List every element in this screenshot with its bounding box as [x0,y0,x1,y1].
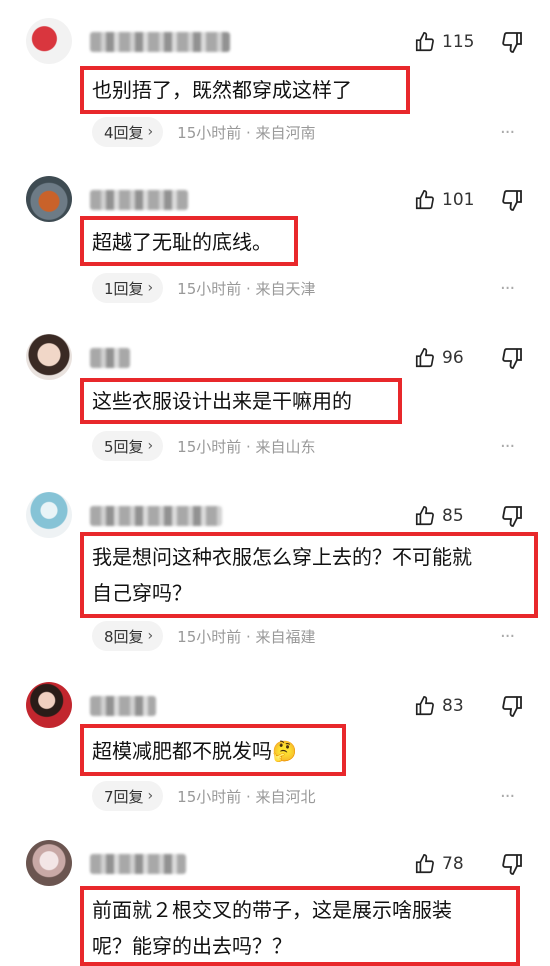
username-blurred[interactable] [90,190,188,210]
thumbs-up-icon [415,696,434,716]
comment-text-line: 呢？能穿的出去吗？？ [92,934,292,958]
reply-label: 8回复 [104,627,144,646]
comment-meta: 1回复 › 15小时前 · 来自天津 [92,272,316,304]
timestamp-location: 15小时前 · 来自山东 [177,437,316,456]
thumbs-down-icon[interactable] [500,188,524,212]
more-dots-icon[interactable]: ··· [500,626,524,647]
reply-count-button[interactable]: 5回复 › [92,431,164,461]
comment-text-line: 超模减肥都不脱发吗🤔 [92,739,297,763]
comment-meta: 7回复 › 15小时前 · 来自河北 [92,780,316,812]
comment-meta: 5回复 › 15小时前 · 来自山东 [92,430,316,462]
comment-text-highlighted: 这些衣服设计出来是干嘛用的 [80,378,402,424]
username-blurred[interactable] [90,854,186,874]
reply-label: 5回复 [104,437,144,456]
like-button[interactable]: 83 [414,692,464,720]
like-count: 83 [442,696,464,716]
like-count: 101 [442,190,475,210]
comment-meta: 4回复 › 15小时前 · 来自河南 [92,116,316,148]
thumbs-up-icon [415,32,434,52]
thumbs-down-icon[interactable] [500,694,524,718]
like-button[interactable]: 115 [414,28,474,56]
more-dots-icon[interactable]: ··· [500,786,524,807]
like-button[interactable]: 101 [414,186,474,214]
chevron-right-icon: › [147,124,154,140]
comment-text-highlighted: 前面就２根交叉的带子，这是展示啥服装 呢？能穿的出去吗？？ [80,886,520,966]
timestamp-location: 15小时前 · 来自河北 [177,787,316,806]
comment-text-highlighted: 也别捂了，既然都穿成这样了 [80,66,410,114]
thumbs-down-icon[interactable] [500,852,524,876]
thumbs-up-icon [415,190,434,210]
like-count: 78 [442,854,464,874]
reply-label: 1回复 [104,279,144,298]
timestamp-location: 15小时前 · 来自河南 [177,123,316,142]
comment-text-highlighted: 超越了无耻的底线。 [80,216,298,266]
chevron-right-icon: › [147,628,154,644]
comment-text-line: 也别捂了，既然都穿成这样了 [92,78,352,102]
thumbs-down-icon[interactable] [500,504,524,528]
like-button[interactable]: 96 [414,344,464,372]
avatar[interactable] [26,334,72,380]
like-count: 96 [442,348,464,368]
reply-count-button[interactable]: 8回复 › [92,621,164,651]
comment-text-highlighted: 超模减肥都不脱发吗🤔 [80,724,346,776]
username-blurred[interactable] [90,506,222,526]
avatar[interactable] [26,18,72,64]
username-blurred[interactable] [90,348,130,368]
thumbs-up-icon [415,348,434,368]
reply-count-button[interactable]: 1回复 › [92,273,164,303]
like-count: 115 [442,32,475,52]
reply-label: 4回复 [104,123,144,142]
more-dots-icon[interactable]: ··· [500,436,524,457]
like-button[interactable]: 78 [414,850,464,878]
comment-text-line: 自己穿吗？ [92,581,192,605]
username-blurred[interactable] [90,696,156,716]
comment-text-highlighted: 我是想问这种衣服怎么穿上去的？不可能就 自己穿吗？ [80,532,538,618]
avatar[interactable] [26,682,72,728]
comment-meta: 8回复 › 15小时前 · 来自福建 [92,620,316,652]
thumbs-down-icon[interactable] [500,346,524,370]
chevron-right-icon: › [147,788,154,804]
chevron-right-icon: › [147,280,154,296]
like-count: 85 [442,506,464,526]
comment-text-line: 我是想问这种衣服怎么穿上去的？不可能就 [92,545,472,569]
thumbs-up-icon [415,506,434,526]
timestamp-location: 15小时前 · 来自天津 [177,279,316,298]
username-blurred[interactable] [90,32,230,52]
comment-text-line: 这些衣服设计出来是干嘛用的 [92,389,352,413]
more-dots-icon[interactable]: ··· [500,122,524,143]
reply-count-button[interactable]: 4回复 › [92,117,164,147]
reply-count-button[interactable]: 7回复 › [92,781,164,811]
thumbs-down-icon[interactable] [500,30,524,54]
reply-label: 7回复 [104,787,144,806]
thumbs-up-icon [415,854,434,874]
avatar[interactable] [26,492,72,538]
avatar[interactable] [26,176,72,222]
comment-text-line: 超越了无耻的底线。 [92,230,272,254]
more-dots-icon[interactable]: ··· [500,278,524,299]
chevron-right-icon: › [147,438,154,454]
comment-text-line: 前面就２根交叉的带子，这是展示啥服装 [92,898,452,922]
like-button[interactable]: 85 [414,502,464,530]
avatar[interactable] [26,840,72,886]
timestamp-location: 15小时前 · 来自福建 [177,627,316,646]
